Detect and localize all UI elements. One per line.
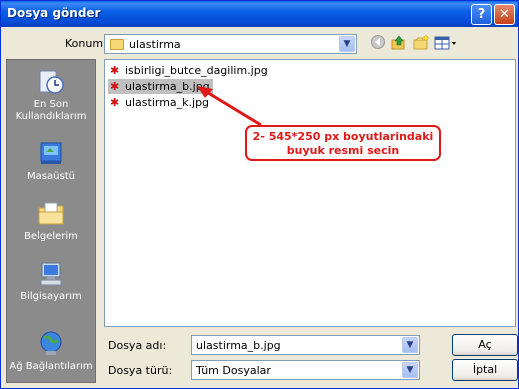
jpg-file-icon: ✱ xyxy=(110,96,120,109)
window-title: Dosya gönder xyxy=(7,6,101,20)
network-icon xyxy=(36,330,66,358)
place-network[interactable]: Ağ Bağlantılarım xyxy=(7,330,95,373)
desktop-icon xyxy=(36,140,66,168)
annotation-line-1: 2- 545*250 px boyutlarindaki xyxy=(252,130,434,143)
file-dialog: Dosya gönder ? ✕ Konum: ulastirma ▼ En S… xyxy=(0,0,519,389)
new-folder-icon[interactable] xyxy=(412,34,430,52)
jpg-file-icon: ✱ xyxy=(110,80,120,93)
close-button[interactable]: ✕ xyxy=(494,4,515,25)
chevron-down-icon[interactable]: ▼ xyxy=(339,36,355,52)
location-dropdown[interactable]: ulastirma ▼ xyxy=(104,34,357,54)
up-folder-icon[interactable] xyxy=(390,34,408,52)
file-name: isbirligi_butce_dagilim.jpg xyxy=(125,64,268,77)
my-computer-icon xyxy=(36,260,66,288)
filetype-value: Tüm Dosyalar xyxy=(196,364,271,377)
chevron-down-icon[interactable]: ▼ xyxy=(402,337,418,353)
help-button[interactable]: ? xyxy=(471,4,492,25)
list-item[interactable]: ✱ isbirligi_butce_dagilim.jpg xyxy=(108,63,271,78)
back-icon[interactable] xyxy=(369,34,387,52)
place-network-label: Ağ Bağlantılarım xyxy=(9,361,93,372)
filetype-dropdown[interactable]: Tüm Dosyalar ▼ xyxy=(191,360,420,380)
filename-label: Dosya adı: xyxy=(108,339,167,352)
places-bar: En Son Kullandıklarım Masaüstü Belgeleri… xyxy=(6,59,96,383)
place-documents-label: Belgelerim xyxy=(24,231,78,242)
cancel-button[interactable]: İptal xyxy=(452,359,518,381)
recent-documents-icon xyxy=(36,68,66,96)
annotation-callout: 2- 545*250 px boyutlarindaki buyuk resmi… xyxy=(245,125,441,161)
place-computer[interactable]: Bilgisayarım xyxy=(7,260,95,303)
place-desktop-label: Masaüstü xyxy=(27,171,75,182)
folder-icon xyxy=(110,39,124,50)
place-computer-label: Bilgisayarım xyxy=(20,291,82,302)
location-value: ulastirma xyxy=(129,38,181,51)
title-bar[interactable]: Dosya gönder ? ✕ xyxy=(1,1,518,27)
place-recent[interactable]: En Son Kullandıklarım xyxy=(7,68,95,123)
my-documents-icon xyxy=(36,200,66,228)
view-menu-icon[interactable] xyxy=(433,34,459,52)
annotation-line-2: buyuk resmi secin xyxy=(286,144,400,157)
place-desktop[interactable]: Masaüstü xyxy=(7,140,95,183)
filetype-label: Dosya türü: xyxy=(108,364,173,377)
filename-field[interactable]: ulastirma_b.jpg ▼ xyxy=(191,335,420,355)
annotation-arrow xyxy=(197,86,262,127)
place-recent-label: En Son Kullandıklarım xyxy=(15,99,87,122)
jpg-file-icon: ✱ xyxy=(110,64,120,77)
filename-value: ulastirma_b.jpg xyxy=(196,339,281,352)
place-documents[interactable]: Belgelerim xyxy=(7,200,95,243)
open-button[interactable]: Aç xyxy=(452,334,518,356)
chevron-down-icon[interactable]: ▼ xyxy=(402,362,418,378)
file-list[interactable]: ✱ isbirligi_butce_dagilim.jpg ✱ ulastirm… xyxy=(104,59,516,327)
location-label: Konum: xyxy=(65,37,107,50)
